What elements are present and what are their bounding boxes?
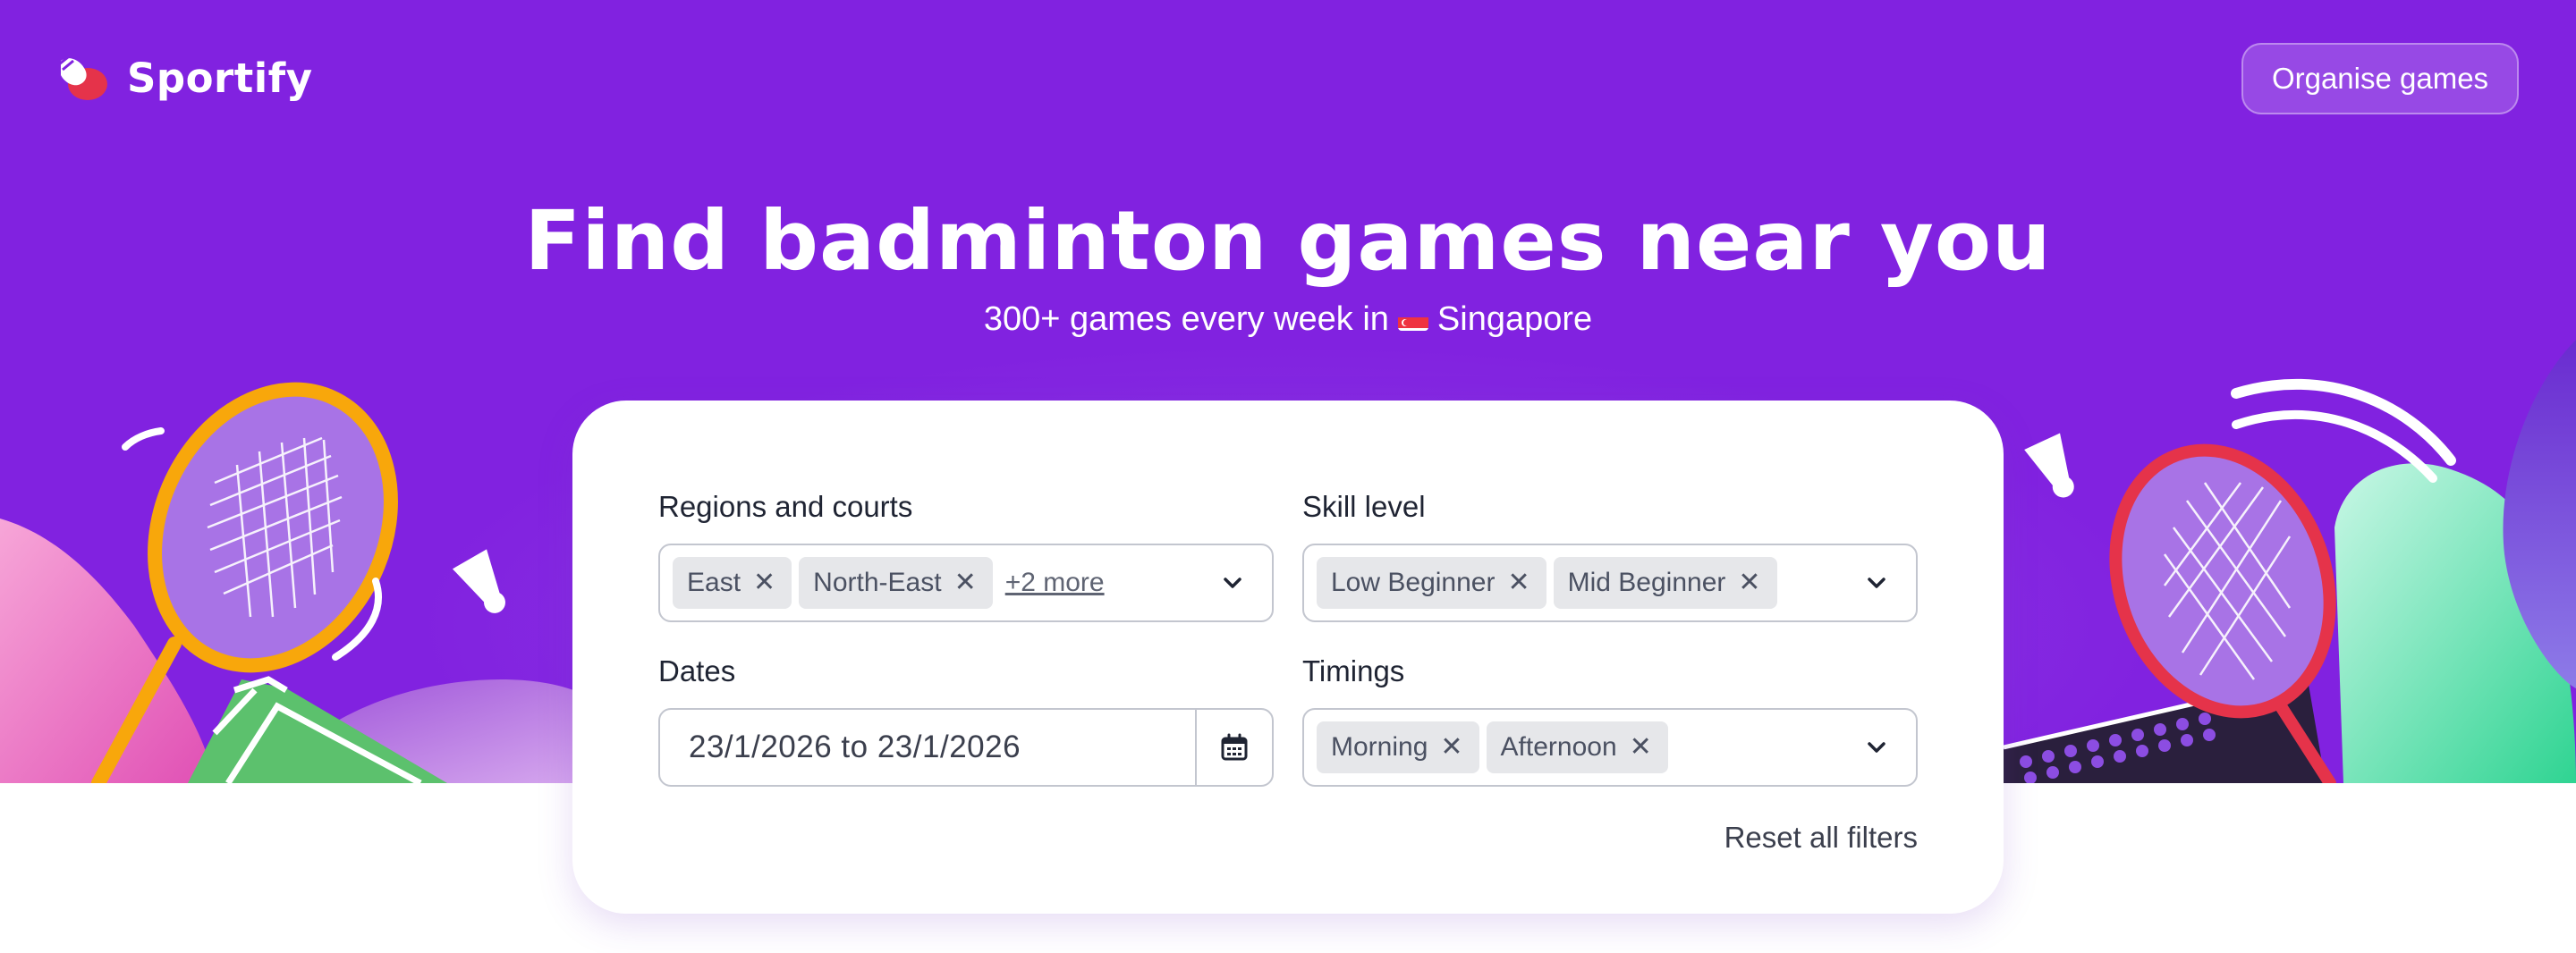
chip-label: Afternoon (1500, 732, 1617, 762)
more-regions-link[interactable]: +2 more (1005, 568, 1105, 598)
chevron-down-icon[interactable] (1864, 570, 1889, 595)
brand-name: Sportify (127, 54, 313, 102)
filter-card: Regions and courts East ✕ North-East ✕ +… (572, 401, 2004, 914)
skill-chip-mid-beginner: Mid Beginner ✕ (1553, 557, 1777, 609)
region-chip-north-east: North-East ✕ (799, 557, 993, 609)
chip-label: North-East (813, 568, 942, 597)
chevron-down-icon[interactable] (1864, 735, 1889, 760)
regions-label: Regions and courts (658, 490, 913, 523)
remove-chip-icon[interactable]: ✕ (1507, 569, 1530, 596)
chevron-down-icon[interactable] (1220, 570, 1245, 595)
timings-label: Timings (1302, 654, 1405, 687)
chip-label: Mid Beginner (1567, 568, 1726, 597)
date-range-value: 23/1/2026 to 23/1/2026 (689, 730, 1021, 764)
shuttlecock-logo-icon (58, 55, 107, 100)
subtitle-location: Singapore (1436, 300, 1593, 338)
calendar-icon (1221, 733, 1248, 761)
skill-chip-low-beginner: Low Beginner ✕ (1317, 557, 1546, 609)
singapore-flag-icon (1397, 309, 1428, 331)
dates-label: Dates (658, 654, 736, 687)
chip-label: East (687, 568, 741, 597)
shuttlecock-right-icon (2024, 433, 2074, 498)
subtitle-prefix: 300+ games every week in (983, 300, 1389, 338)
timing-chip-afternoon: Afternoon ✕ (1486, 721, 1668, 773)
timing-chip-morning: Morning ✕ (1317, 721, 1479, 773)
chip-label: Low Beginner (1331, 568, 1496, 597)
page-subtitle: 300+ games every week in Singapore (0, 300, 2576, 339)
page-title: Find badminton games near you (524, 193, 2052, 289)
remove-chip-icon[interactable]: ✕ (1630, 734, 1652, 761)
date-range-input[interactable]: 23/1/2026 to 23/1/2026 (658, 708, 1274, 787)
region-chip-east: East ✕ (673, 557, 792, 609)
brand-logo[interactable]: Sportify (55, 52, 313, 104)
chip-label: Morning (1331, 732, 1428, 762)
remove-chip-icon[interactable]: ✕ (1738, 569, 1760, 596)
remove-chip-icon[interactable]: ✕ (753, 569, 775, 596)
reset-filters-link[interactable]: Reset all filters (1724, 821, 1918, 855)
skill-label: Skill level (1302, 490, 1426, 523)
organise-games-button[interactable]: Organise games (2241, 43, 2519, 114)
shuttlecock-left-icon (452, 549, 505, 613)
remove-chip-icon[interactable]: ✕ (1440, 734, 1462, 761)
timings-select[interactable]: Morning ✕ Afternoon ✕ (1302, 708, 1918, 787)
remove-chip-icon[interactable]: ✕ (954, 569, 977, 596)
skill-select[interactable]: Low Beginner ✕ Mid Beginner ✕ (1302, 544, 1918, 622)
calendar-button[interactable] (1197, 710, 1272, 785)
regions-select[interactable]: East ✕ North-East ✕ +2 more (658, 544, 1274, 622)
